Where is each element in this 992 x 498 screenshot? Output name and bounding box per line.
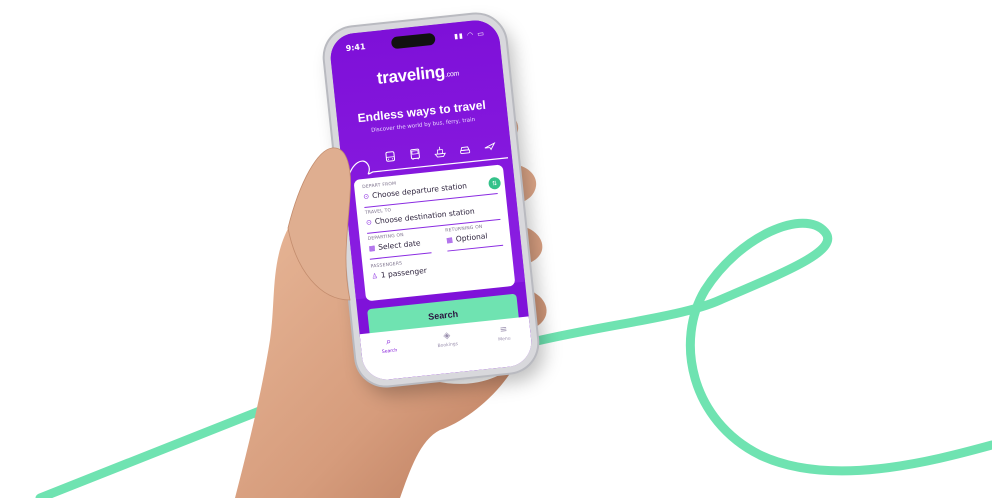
thumb-illustration xyxy=(287,147,351,301)
marketing-scene: 9:41 ▮▮ ◠ ▭ traveling.com Endless ways t… xyxy=(0,0,992,498)
